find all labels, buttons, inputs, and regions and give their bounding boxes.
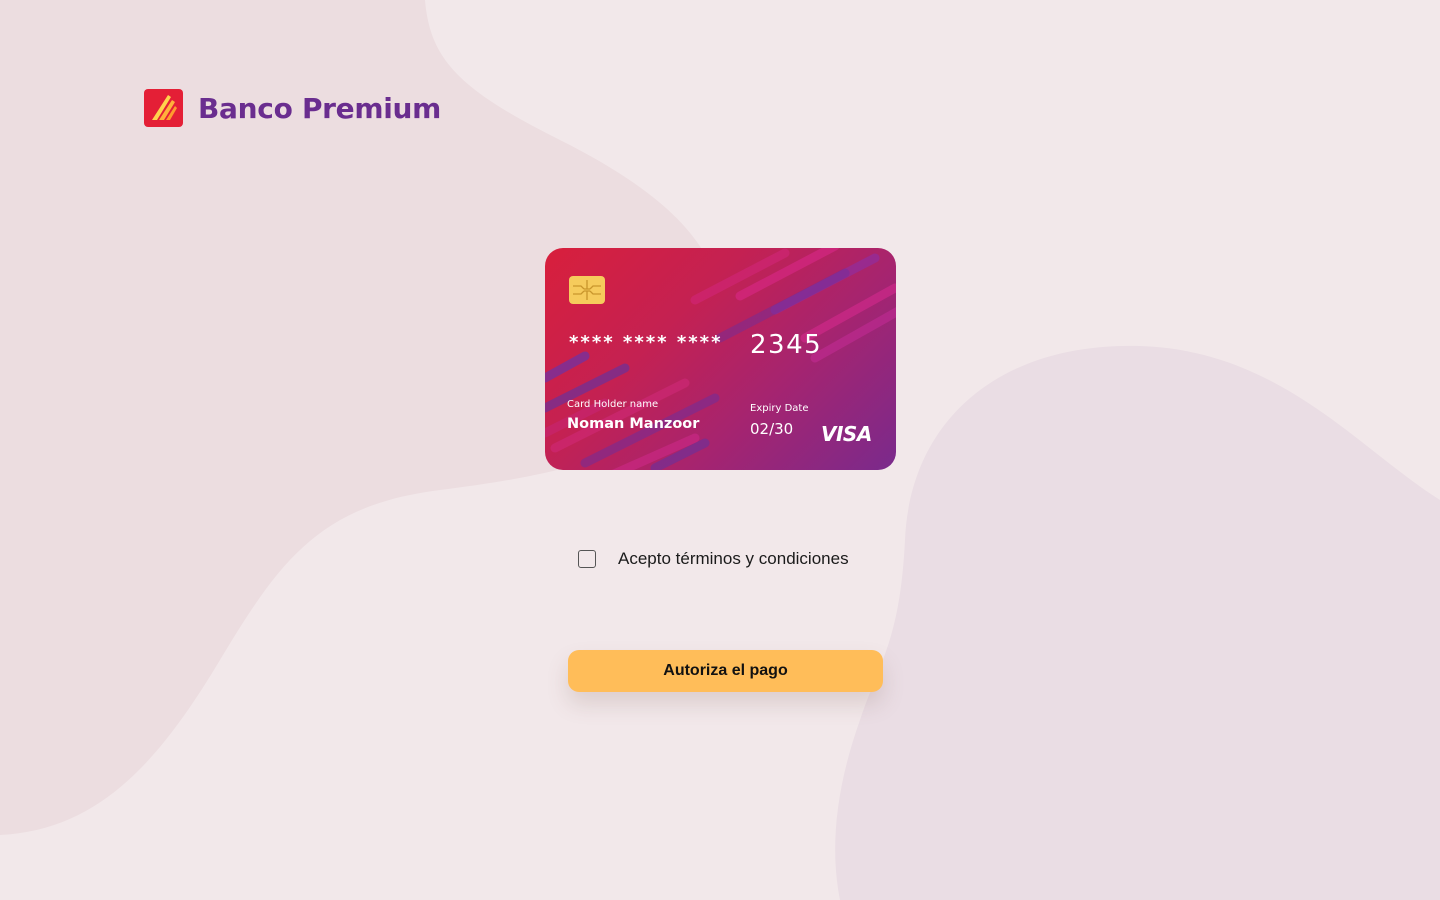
brand-name: Banco Premium: [198, 91, 442, 125]
card-holder-label: Card Holder name: [567, 399, 659, 410]
expiry-date-label: Expiry Date: [750, 403, 809, 414]
visa-logo: VISA: [821, 422, 872, 446]
card-number-masked: **** **** ****: [569, 332, 723, 353]
brand-logo[interactable]: Banco Premium: [144, 89, 441, 127]
terms-label: Acepto términos y condiciones: [618, 549, 849, 568]
chip-icon: [569, 276, 605, 304]
credit-card: **** **** **** 2345 Card Holder name Nom…: [545, 248, 896, 470]
card-holder-name: Noman Manzoor: [567, 416, 700, 432]
terms-checkbox[interactable]: [578, 550, 596, 568]
bank-logo-icon: [144, 89, 183, 127]
terms-row[interactable]: Acepto términos y condiciones: [578, 549, 849, 569]
card-number-last4: 2345: [750, 330, 823, 360]
authorize-payment-button[interactable]: Autoriza el pago: [568, 650, 883, 692]
expiry-date-value: 02/30: [750, 420, 794, 438]
